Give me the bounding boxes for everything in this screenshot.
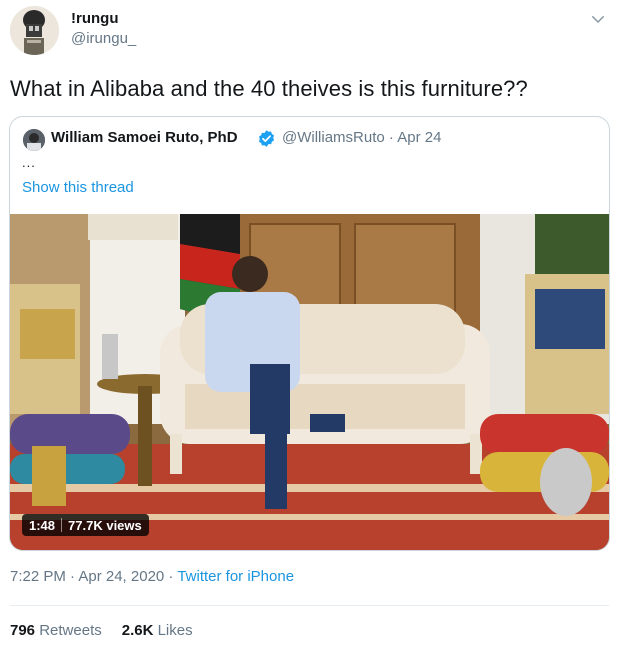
- author-avatar[interactable]: [10, 6, 59, 55]
- show-thread-link[interactable]: Show this thread: [22, 179, 134, 196]
- retweets-count: 796: [10, 622, 36, 639]
- badge-divider: [61, 518, 63, 532]
- tweet-meta: 7:22 PM · Apr 24, 2020 · Twitter for iPh…: [10, 568, 294, 585]
- tweet-timestamp[interactable]: 7:22 PM · Apr 24, 2020 ·: [10, 568, 177, 585]
- video-duration: 1:48: [29, 517, 56, 533]
- divider: [10, 605, 609, 606]
- likes-stat[interactable]: 2.6K Likes: [122, 622, 193, 639]
- tweet-text: What in Alibaba and the 40 theives is th…: [10, 76, 528, 101]
- tweet-stats: 796 Retweets 2.6K Likes: [10, 622, 193, 639]
- video-frame: [10, 214, 609, 550]
- retweets-label: Retweets: [39, 622, 102, 639]
- video-player[interactable]: 1:48 77.7K views: [10, 214, 609, 550]
- author-handle[interactable]: @irungu_: [71, 30, 136, 47]
- quoted-handle-date: @WilliamsRuto · Apr 24: [282, 129, 442, 146]
- quoted-avatar-illustration: [23, 129, 45, 151]
- quoted-author-avatar[interactable]: [23, 129, 45, 151]
- quoted-tweet[interactable]: William Samoei Ruto, PhD @WilliamsRuto ·…: [9, 116, 610, 551]
- chevron-down-icon[interactable]: [589, 10, 607, 28]
- quoted-text: ...: [22, 155, 36, 170]
- avatar-illustration: [10, 6, 59, 55]
- verified-badge-icon: [258, 130, 275, 147]
- video-stats-badge: 1:48 77.7K views: [22, 514, 149, 536]
- author-name[interactable]: !rungu: [71, 10, 118, 27]
- likes-count: 2.6K: [121, 622, 154, 639]
- quoted-author-name[interactable]: William Samoei Ruto, PhD: [51, 129, 238, 146]
- tweet-card: !rungu @irungu_ What in Alibaba and the …: [0, 0, 621, 645]
- retweets-stat[interactable]: 796 Retweets: [10, 622, 102, 639]
- likes-label: Likes: [157, 622, 193, 639]
- tweet-source-link[interactable]: Twitter for iPhone: [177, 568, 294, 585]
- video-views: 77.7K views: [68, 517, 142, 533]
